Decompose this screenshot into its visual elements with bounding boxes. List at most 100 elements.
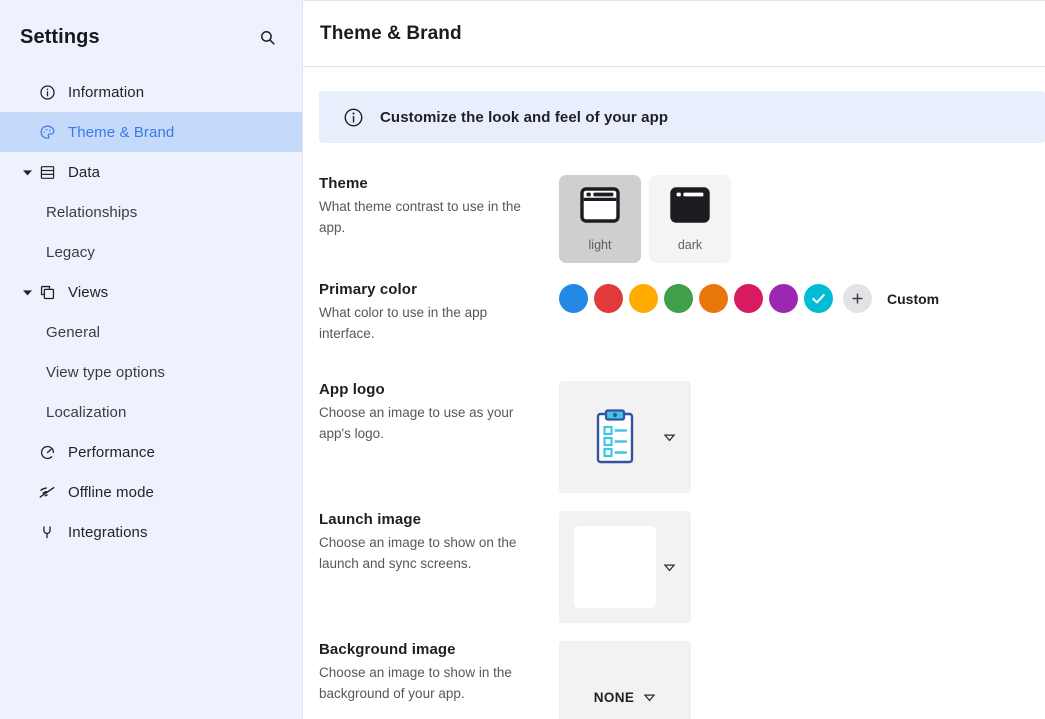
sidebar-item-general[interactable]: General [0,312,302,352]
sidebar-item-label: Performance [68,443,155,461]
plus-icon [852,293,863,304]
row-description: What color to use in the app interface. [319,305,488,341]
row-control [559,381,691,493]
app-logo-picker[interactable] [559,381,691,493]
check-icon [812,293,825,304]
sidebar-item-label: Data [68,163,101,181]
sidebar-item-localization[interactable]: Localization [0,392,302,432]
theme-option-label: dark [677,237,703,252]
sidebar-item-integrations[interactable]: Integrations [0,512,302,552]
row-title: Launch image [319,511,422,528]
custom-color-label[interactable]: Custom [887,291,939,307]
theme-option-dark[interactable]: dark [649,175,731,263]
color-swatch-orange[interactable] [699,284,728,313]
theme-options: light dark [559,175,731,263]
chevron-down-icon[interactable] [20,168,34,177]
search-icon[interactable] [254,24,280,50]
row-control [559,511,691,623]
sidebar-item-information[interactable]: Information [0,72,302,112]
sidebar-item-label: Integrations [68,523,148,541]
row-label: Launch image Choose an image to show on … [319,511,559,575]
sidebar-item-offline-mode[interactable]: Offline mode [0,472,302,512]
sidebar-item-relationships[interactable]: Relationships [0,192,302,232]
sidebar-item-legacy[interactable]: Legacy [0,232,302,272]
color-swatch-red[interactable] [594,284,623,313]
row-description: Choose an image to show in the backgroun… [319,665,512,701]
sidebar-item-label: General [46,323,101,341]
sidebar-item-views[interactable]: Views [0,272,302,312]
color-swatch-list: Custom [559,284,939,313]
window-light-icon [580,186,620,228]
row-control: Custom [559,281,939,313]
window-dark-icon [670,186,710,228]
row-control: light dark [559,175,731,263]
info-circle-icon [343,107,364,128]
row-title: Theme [319,175,368,192]
sidebar-item-label: Localization [46,403,127,421]
sidebar-item-label: Views [68,283,109,301]
custom-color-button[interactable] [843,284,872,313]
chevron-down-icon[interactable] [642,692,656,703]
row-label: Primary color What color to use in the a… [319,281,559,345]
info-banner: Customize the look and feel of your app [319,91,1045,143]
info-banner-text: Customize the look and feel of your app [380,108,669,126]
sidebar-item-label: Offline mode [68,483,154,501]
sidebar-item-label: Legacy [46,243,95,261]
clipboard-checklist-icon [574,396,656,478]
sidebar-item-theme-brand[interactable]: Theme & Brand [0,112,302,152]
sidebar-item-label: Information [68,83,145,101]
row-control: NONE [559,641,691,719]
color-swatch-pink[interactable] [734,284,763,313]
theme-option-label: light [588,237,612,252]
page-title: Theme & Brand [320,22,462,44]
blank-white-image [574,526,656,608]
stacked-squares-icon [36,284,58,301]
chevron-down-icon[interactable] [20,288,34,297]
row-label: Theme What theme contrast to use in the … [319,175,559,239]
setting-row-background-image: Background image Choose an image to show… [319,623,1045,719]
settings-main-panel: Theme & Brand Customize the look and fee… [303,0,1045,719]
row-label: App logo Choose an image to use as your … [319,381,559,445]
sidebar-title: Settings [20,25,100,48]
color-swatch-amber[interactable] [629,284,658,313]
gauge-icon [36,444,58,461]
chevron-down-icon[interactable] [662,562,676,573]
info-circle-icon [36,84,58,101]
sidebar-nav: Information Theme & Brand Data Relations… [0,72,302,552]
row-description: What theme contrast to use in the app. [319,199,521,235]
color-swatch-purple[interactable] [769,284,798,313]
sidebar-header: Settings [0,14,302,60]
sidebar-item-label: View type options [46,363,165,381]
database-rows-icon [36,164,58,181]
plug-icon [36,524,58,540]
settings-window: Settings Information Theme & Brand Data … [0,0,1045,719]
row-title: App logo [319,381,385,398]
sidebar-item-view-type-options[interactable]: View type options [0,352,302,392]
launch-image-thumbnail [574,526,656,608]
sidebar-item-data[interactable]: Data [0,152,302,192]
launch-image-picker[interactable] [559,511,691,623]
settings-rows: Theme What theme contrast to use in the … [303,143,1045,719]
row-label: Background image Choose an image to show… [319,641,559,705]
theme-option-light[interactable]: light [559,175,641,263]
wifi-off-icon [36,483,58,501]
settings-sidebar: Settings Information Theme & Brand Data … [0,0,303,719]
chevron-down-icon[interactable] [662,432,676,443]
color-swatch-green[interactable] [664,284,693,313]
setting-row-primary-color: Primary color What color to use in the a… [319,263,1045,363]
main-header: Theme & Brand [303,1,1045,67]
sidebar-item-performance[interactable]: Performance [0,432,302,472]
row-description: Choose an image to use as your app's log… [319,405,514,441]
sidebar-item-label: Relationships [46,203,138,221]
sidebar-item-label: Theme & Brand [68,123,175,141]
palette-icon [36,124,58,141]
setting-row-launch-image: Launch image Choose an image to show on … [319,493,1045,623]
background-image-picker[interactable]: NONE [559,641,691,719]
row-description: Choose an image to show on the launch an… [319,535,517,571]
color-swatch-blue[interactable] [559,284,588,313]
background-image-value-wrap: NONE [594,690,657,705]
background-image-value: NONE [593,689,635,705]
color-swatch-teal[interactable] [804,284,833,313]
setting-row-theme: Theme What theme contrast to use in the … [319,157,1045,263]
setting-row-app-logo: App logo Choose an image to use as your … [319,363,1045,493]
